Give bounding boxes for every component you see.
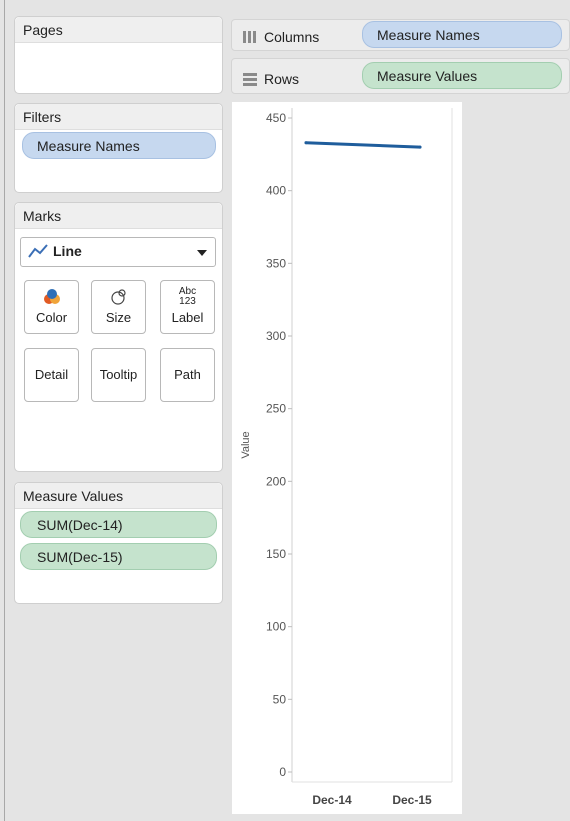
data-point — [418, 145, 422, 149]
line-chart: 0 50 100 150 200 250 300 350 400 450 Value Dec-14 De… — [240, 108, 453, 807]
rows-shelf-label-wrap: Rows — [236, 62, 299, 90]
color-icon — [25, 287, 78, 307]
y-tick-label: 200 — [266, 474, 286, 488]
data-point — [304, 141, 308, 145]
mark-type-dropdown[interactable]: Line — [20, 237, 216, 267]
y-axis-label: Value — [240, 431, 252, 458]
detail-button[interactable]: Detail — [24, 348, 79, 402]
columns-shelf-label-wrap: Columns — [236, 20, 319, 48]
measure-value-pill-dec-15[interactable]: SUM(Dec-15) — [20, 543, 217, 570]
y-tick-label: 450 — [266, 111, 286, 125]
y-tick-label: 250 — [266, 402, 286, 416]
y-tick-label: 300 — [266, 329, 286, 343]
chevron-down-icon — [197, 250, 207, 256]
filters-title: Filters — [15, 104, 222, 130]
y-tick-label: 150 — [266, 547, 286, 561]
size-button[interactable]: Size — [91, 280, 146, 334]
size-label: Size — [105, 310, 132, 325]
label-label: Label — [171, 310, 204, 325]
columns-label: Columns — [264, 29, 320, 45]
rows-icon — [243, 73, 257, 86]
label-button[interactable]: Abc 123 Label — [160, 280, 215, 334]
columns-icon — [243, 31, 256, 43]
chart-pane: 0 50 100 150 200 250 300 350 400 450 Value Dec-14 De… — [232, 102, 462, 814]
y-tick-label: 400 — [266, 184, 286, 198]
x-tick-label: Dec-15 — [392, 793, 432, 807]
path-label: Path — [174, 367, 201, 382]
measure-value-pill-dec-14[interactable]: SUM(Dec-14) — [20, 511, 217, 538]
label-icon: Abc 123 — [178, 286, 197, 307]
measure-values-title: Measure Values — [15, 483, 222, 509]
pages-title: Pages — [15, 17, 222, 43]
color-button[interactable]: Color — [24, 280, 79, 334]
filter-pill-measure-names[interactable]: Measure Names — [22, 132, 216, 159]
tooltip-label: Tooltip — [99, 367, 138, 382]
y-tick-label: 350 — [266, 256, 286, 270]
line-mark-icon — [28, 244, 48, 258]
detail-label: Detail — [34, 367, 69, 382]
rows-pill-measure-values[interactable]: Measure Values — [362, 62, 562, 89]
x-tick-label: Dec-14 — [312, 793, 352, 807]
tooltip-button[interactable]: Tooltip — [91, 348, 146, 402]
y-tick-label: 100 — [266, 620, 286, 634]
mark-type-label: Line — [53, 243, 82, 259]
path-button[interactable]: Path — [160, 348, 215, 402]
marks-title: Marks — [15, 203, 222, 229]
y-tick-label: 50 — [273, 692, 287, 706]
rows-label: Rows — [264, 71, 300, 87]
pages-card: Pages — [14, 16, 223, 94]
size-icon — [92, 287, 145, 307]
series-line — [304, 141, 422, 149]
color-label: Color — [35, 310, 68, 325]
columns-pill-measure-names[interactable]: Measure Names — [362, 21, 562, 48]
y-tick-label: 0 — [279, 765, 286, 779]
